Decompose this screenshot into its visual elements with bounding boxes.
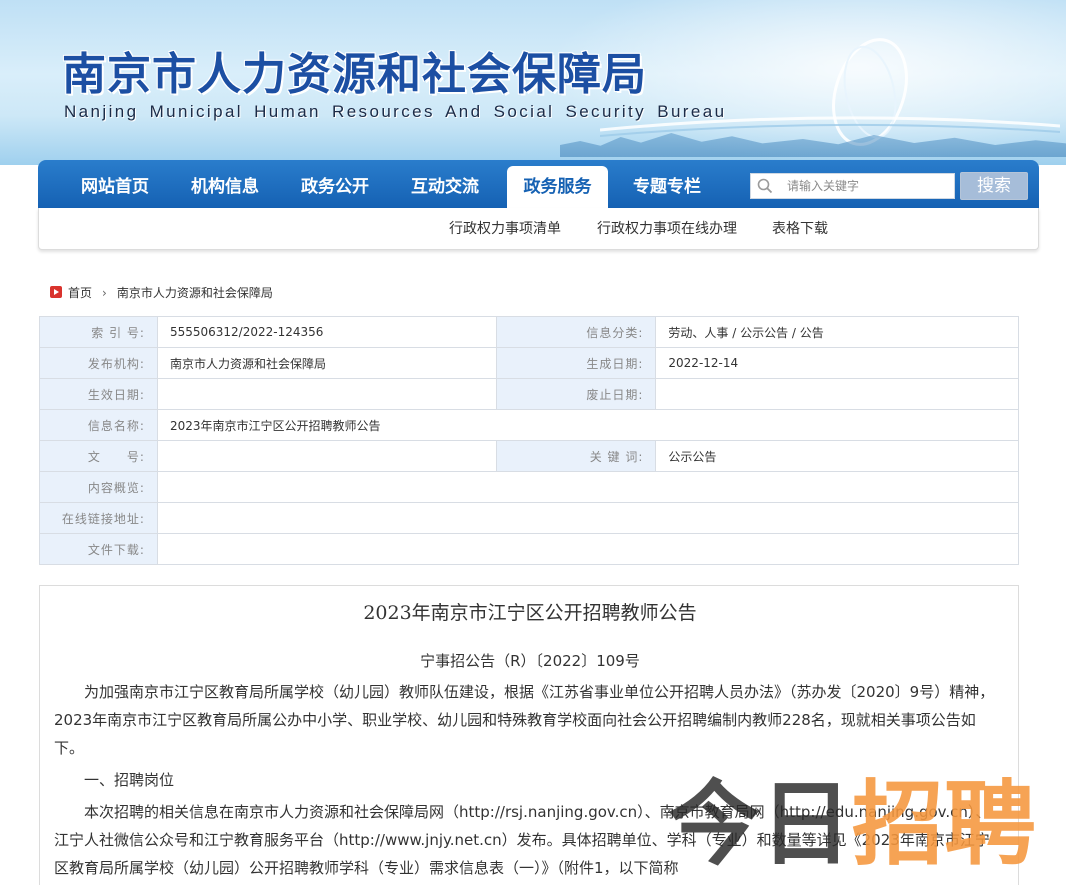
overview-value <box>156 471 1020 503</box>
publisher-label: 发布机构: <box>39 347 158 379</box>
overview-label: 内容概览: <box>39 471 158 503</box>
subnav-item-form-download[interactable]: 表格下载 <box>772 218 828 238</box>
table-row: 文 号: 关 键 词: 公示公告 <box>39 440 1019 472</box>
keywords-label: 关 键 词: <box>495 440 657 472</box>
site-title: 南京市人力资源和社会保障局 <box>62 49 647 100</box>
nav-item-gov-affairs[interactable]: 政务公开 <box>280 166 390 208</box>
info-name-value: 2023年南京市江宁区公开招聘教师公告 <box>156 409 1020 441</box>
breadcrumb-home-link[interactable]: 首页 <box>68 286 92 300</box>
table-row: 索 引 号: 555506312/2022-124356 信息分类: 劳动、人事… <box>39 316 1019 348</box>
keywords-value: 公示公告 <box>655 440 1019 472</box>
search-button[interactable]: 搜索 <box>960 172 1028 200</box>
breadcrumb: 首页 › 南京市人力资源和社会保障局 <box>50 284 273 302</box>
category-label: 信息分类: <box>495 316 657 348</box>
nav-item-interaction[interactable]: 互动交流 <box>390 166 500 208</box>
created-date-value: 2022-12-14 <box>655 347 1019 379</box>
home-icon <box>50 286 62 298</box>
effective-date-label: 生效日期: <box>39 378 158 410</box>
publisher-value: 南京市人力资源和社会保障局 <box>156 347 497 379</box>
table-row: 在线链接地址: <box>39 502 1020 534</box>
doc-number-label: 文 号: <box>39 440 158 472</box>
article-body: 为加强南京市江宁区教育局所属学校（幼儿园）教师队伍建设，根据《江苏省事业单位公开… <box>54 678 1004 882</box>
article-paragraph: 为加强南京市江宁区教育局所属学校（幼儿园）教师队伍建设，根据《江苏省事业单位公开… <box>54 683 995 757</box>
file-download-value <box>156 533 1020 565</box>
info-name-label: 信息名称: <box>39 409 158 441</box>
article-panel: 2023年南京市江宁区公开招聘教师公告 宁事招公告（R）〔2022〕109号 为… <box>39 585 1019 885</box>
online-link-value <box>156 502 1020 534</box>
site-subtitle: Nanjing Municipal Human Resources And So… <box>64 102 727 121</box>
table-row: 文件下载: <box>39 533 1020 565</box>
article-doc-number: 宁事招公告（R）〔2022〕109号 <box>420 652 640 670</box>
nav-item-special-topics[interactable]: 专题专栏 <box>612 166 722 208</box>
nav-item-gov-services[interactable]: 政务服务 <box>507 166 608 208</box>
nav-item-organization[interactable]: 机构信息 <box>170 166 280 208</box>
search-icon <box>757 178 773 194</box>
effective-date-value <box>156 378 497 410</box>
table-row: 内容概览: <box>39 471 1020 503</box>
online-link-label: 在线链接地址: <box>39 502 158 534</box>
main-nav: 网站首页 机构信息 政务公开 互动交流 政务服务 专题专栏 搜索 <box>38 160 1039 208</box>
breadcrumb-separator: › <box>102 286 107 300</box>
table-row: 生效日期: 废止日期: <box>39 378 1019 410</box>
search-box <box>750 173 955 199</box>
abolished-date-label: 废止日期: <box>495 378 657 410</box>
article-title: 2023年南京市江宁区公开招聘教师公告 <box>363 602 697 624</box>
created-date-label: 生成日期: <box>495 347 657 379</box>
index-label: 索 引 号: <box>39 316 158 348</box>
nav-item-home[interactable]: 网站首页 <box>60 166 170 208</box>
sub-nav: 行政权力事项清单 行政权力事项在线办理 表格下载 <box>38 208 1039 250</box>
table-row: 发布机构: 南京市人力资源和社会保障局 生成日期: 2022-12-14 <box>39 347 1019 379</box>
table-row: 信息名称: 2023年南京市江宁区公开招聘教师公告 <box>39 409 1020 441</box>
info-table: 索 引 号: 555506312/2022-124356 信息分类: 劳动、人事… <box>39 316 1020 565</box>
doc-number-value <box>156 440 497 472</box>
breadcrumb-current-link[interactable]: 南京市人力资源和社会保障局 <box>117 286 273 300</box>
subnav-item-power-list[interactable]: 行政权力事项清单 <box>449 218 561 238</box>
subnav-item-online-handling[interactable]: 行政权力事项在线办理 <box>597 218 737 238</box>
article-section-heading: 一、招聘岗位 <box>84 771 175 789</box>
file-download-label: 文件下载: <box>39 533 158 565</box>
abolished-date-value <box>655 378 1019 410</box>
article-paragraph: 本次招聘的相关信息在南京市人力资源和社会保障局网（http://rsj.nanj… <box>54 803 991 877</box>
category-value: 劳动、人事 / 公示公告 / 公告 <box>655 316 1019 348</box>
search-input[interactable] <box>787 177 947 195</box>
header-banner: 南京市人力资源和社会保障局 Nanjing Municipal Human Re… <box>0 0 1066 165</box>
index-value: 555506312/2022-124356 <box>156 316 497 348</box>
